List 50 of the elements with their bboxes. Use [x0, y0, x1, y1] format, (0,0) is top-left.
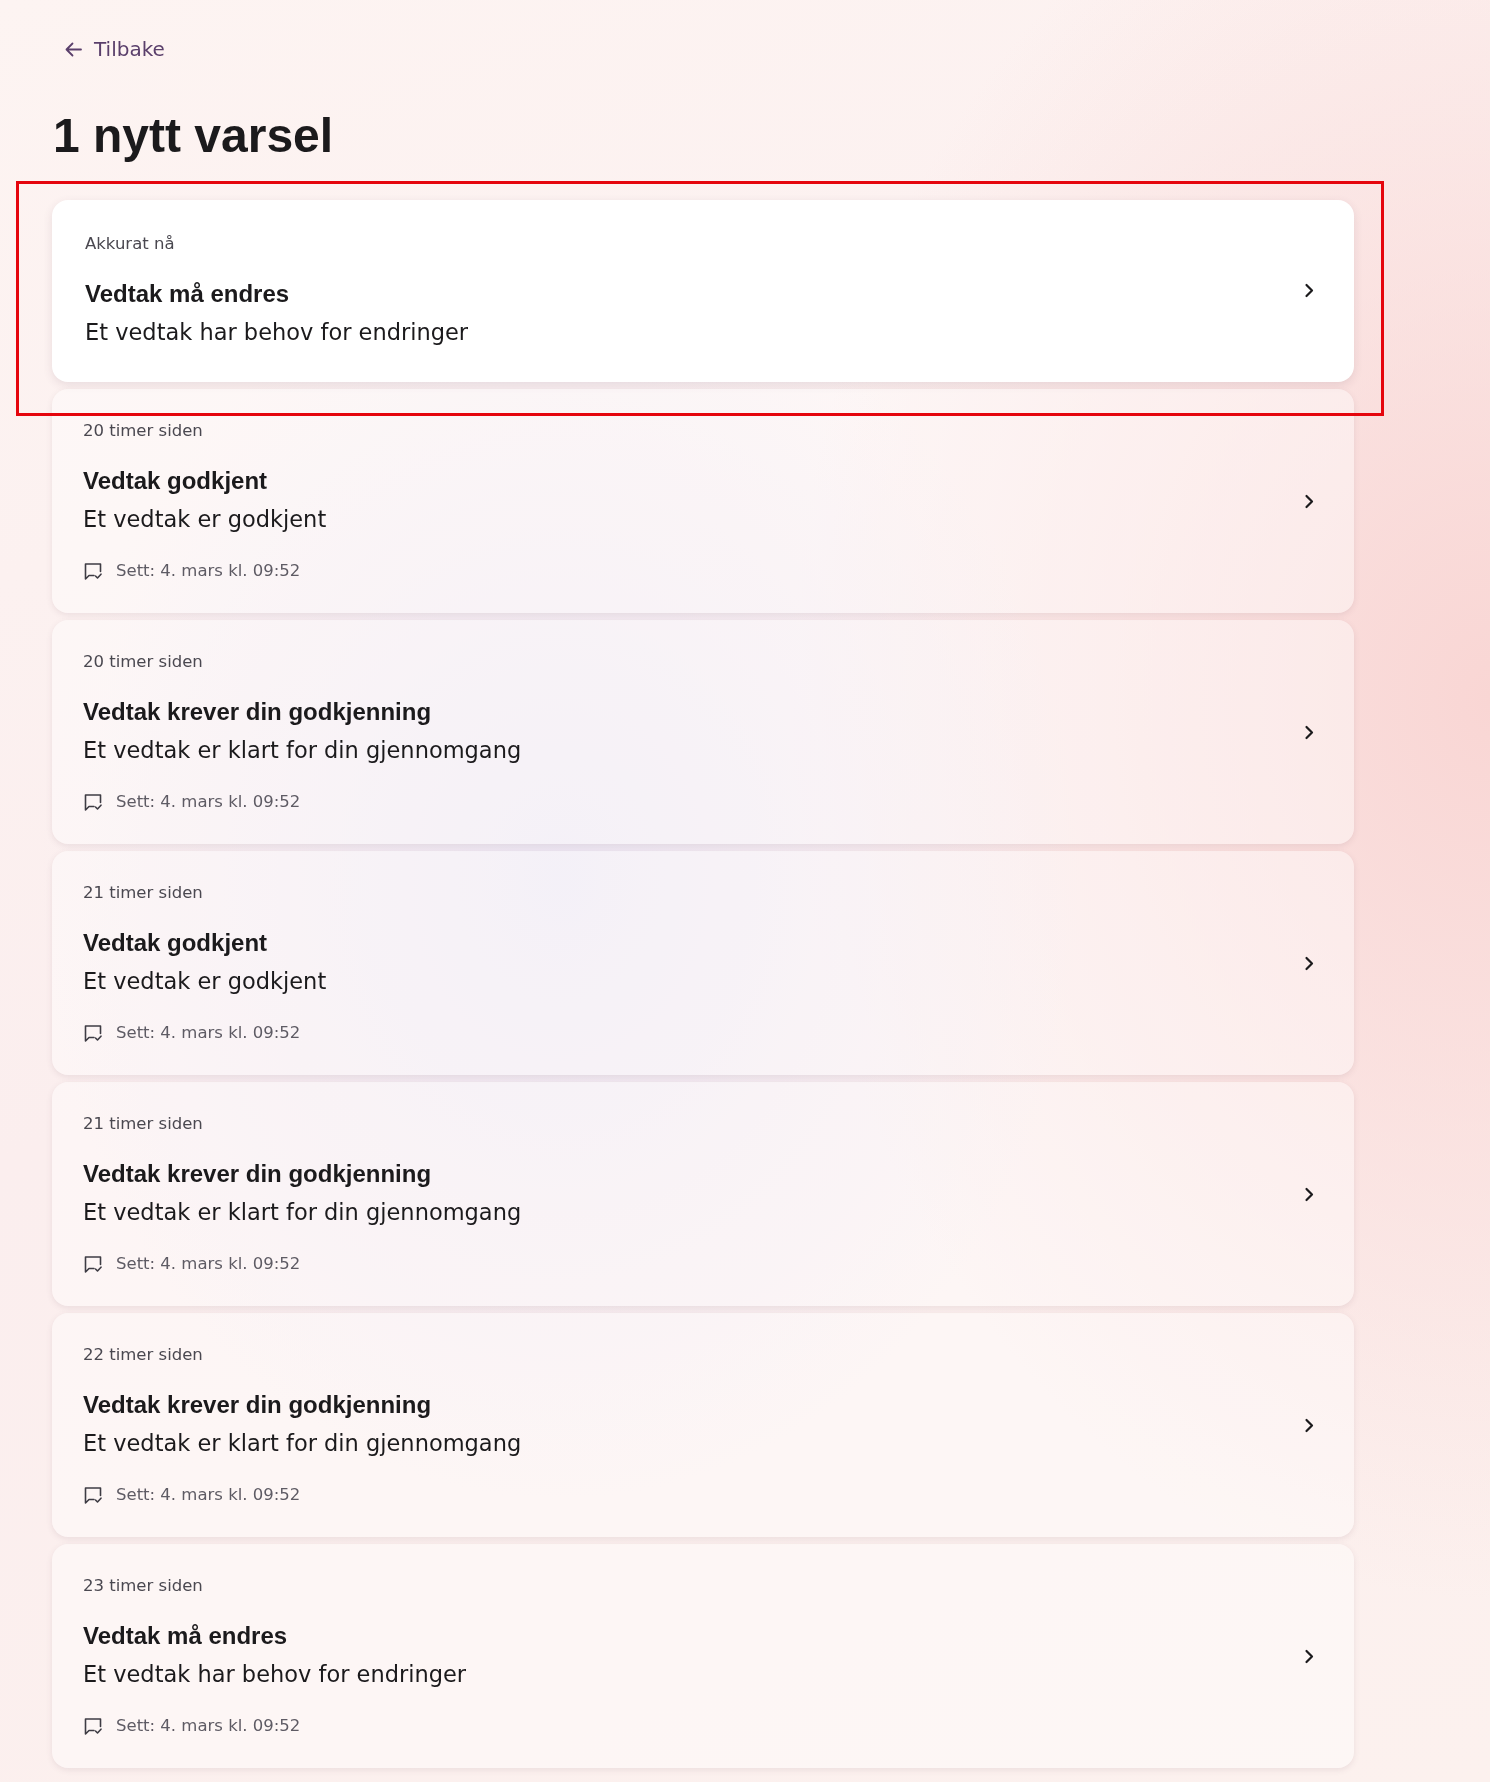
seen-timestamp: Sett: 4. mars kl. 09:52 — [116, 1716, 301, 1736]
message-check-icon — [83, 1254, 103, 1274]
seen-timestamp: Sett: 4. mars kl. 09:52 — [116, 561, 301, 581]
message-check-icon — [83, 561, 103, 581]
notification-time: Akkurat nå — [85, 234, 175, 254]
notification-time: 20 timer siden — [83, 652, 203, 672]
seen-timestamp: Sett: 4. mars kl. 09:52 — [116, 1254, 301, 1274]
notification-card[interactable]: 20 timer siden Vedtak krever din godkjenning Et vedtak er klart for din gjennomgang Sett: 4. mars kl. 09:52 — [52, 620, 1354, 844]
chevron-right-icon — [1304, 1417, 1314, 1433]
notification-time: 21 timer siden — [83, 1114, 203, 1134]
notification-title: Vedtak krever din godkjenning — [83, 1159, 432, 1189]
notification-title: Vedtak godkjent — [83, 466, 268, 496]
back-link[interactable]: Tilbake — [65, 38, 165, 60]
chevron-right-icon — [1304, 1186, 1314, 1202]
notification-time: 23 timer siden — [83, 1576, 203, 1596]
notification-time: 22 timer siden — [83, 1345, 203, 1365]
notification-text: Et vedtak er klart for din gjennomgang — [83, 736, 522, 765]
seen-timestamp: Sett: 4. mars kl. 09:52 — [116, 1023, 301, 1043]
notification-text: Et vedtak er klart for din gjennomgang — [83, 1429, 522, 1458]
message-check-icon — [83, 1716, 103, 1736]
notification-text: Et vedtak har behov for endringer — [83, 1660, 467, 1689]
seen-timestamp: Sett: 4. mars kl. 09:52 — [116, 1485, 301, 1505]
notification-text: Et vedtak er godkjent — [83, 967, 327, 996]
notification-title: Vedtak krever din godkjenning — [83, 1390, 432, 1420]
message-check-icon — [83, 1023, 103, 1043]
page-heading: 1 nytt varsel — [53, 108, 334, 164]
notification-card[interactable]: 21 timer siden Vedtak krever din godkjenning Et vedtak er klart for din gjennomgang Sett: 4. mars kl. 09:52 — [52, 1082, 1354, 1306]
message-check-icon — [83, 792, 103, 812]
chevron-right-icon — [1304, 283, 1314, 298]
notification-card[interactable]: 20 timer siden Vedtak godkjent Et vedtak er godkjent Sett: 4. mars kl. 09:52 — [52, 389, 1354, 613]
message-check-icon — [83, 1485, 103, 1505]
notification-text: Et vedtak har behov for endringer — [85, 318, 469, 347]
arrow-left-icon — [65, 41, 82, 57]
chevron-right-icon — [1304, 493, 1314, 509]
chevron-right-icon — [1304, 955, 1314, 971]
notification-text: Et vedtak er godkjent — [83, 505, 327, 534]
notification-card[interactable]: 23 timer siden Vedtak må endres Et vedtak har behov for endringer Sett: 4. mars kl. 09:52 — [52, 1544, 1354, 1768]
chevron-right-icon — [1304, 724, 1314, 740]
chevron-right-icon — [1304, 1648, 1314, 1664]
notification-title: Vedtak må endres — [85, 279, 290, 309]
notification-title: Vedtak krever din godkjenning — [83, 697, 432, 727]
notification-card[interactable]: 21 timer siden Vedtak godkjent Et vedtak er godkjent Sett: 4. mars kl. 09:52 — [52, 851, 1354, 1075]
notification-title: Vedtak må endres — [83, 1621, 288, 1651]
notification-title: Vedtak godkjent — [83, 928, 268, 958]
notification-time: 20 timer siden — [83, 421, 203, 441]
notification-card[interactable]: 22 timer siden Vedtak krever din godkjenning Et vedtak er klart for din gjennomgang Sett: 4. mars kl. 09:52 — [52, 1313, 1354, 1537]
seen-timestamp: Sett: 4. mars kl. 09:52 — [116, 792, 301, 812]
notification-time: 21 timer siden — [83, 883, 203, 903]
notification-card[interactable]: Akkurat nå Vedtak må endres Et vedtak har behov for endringer — [52, 200, 1354, 382]
notification-text: Et vedtak er klart for din gjennomgang — [83, 1198, 522, 1227]
